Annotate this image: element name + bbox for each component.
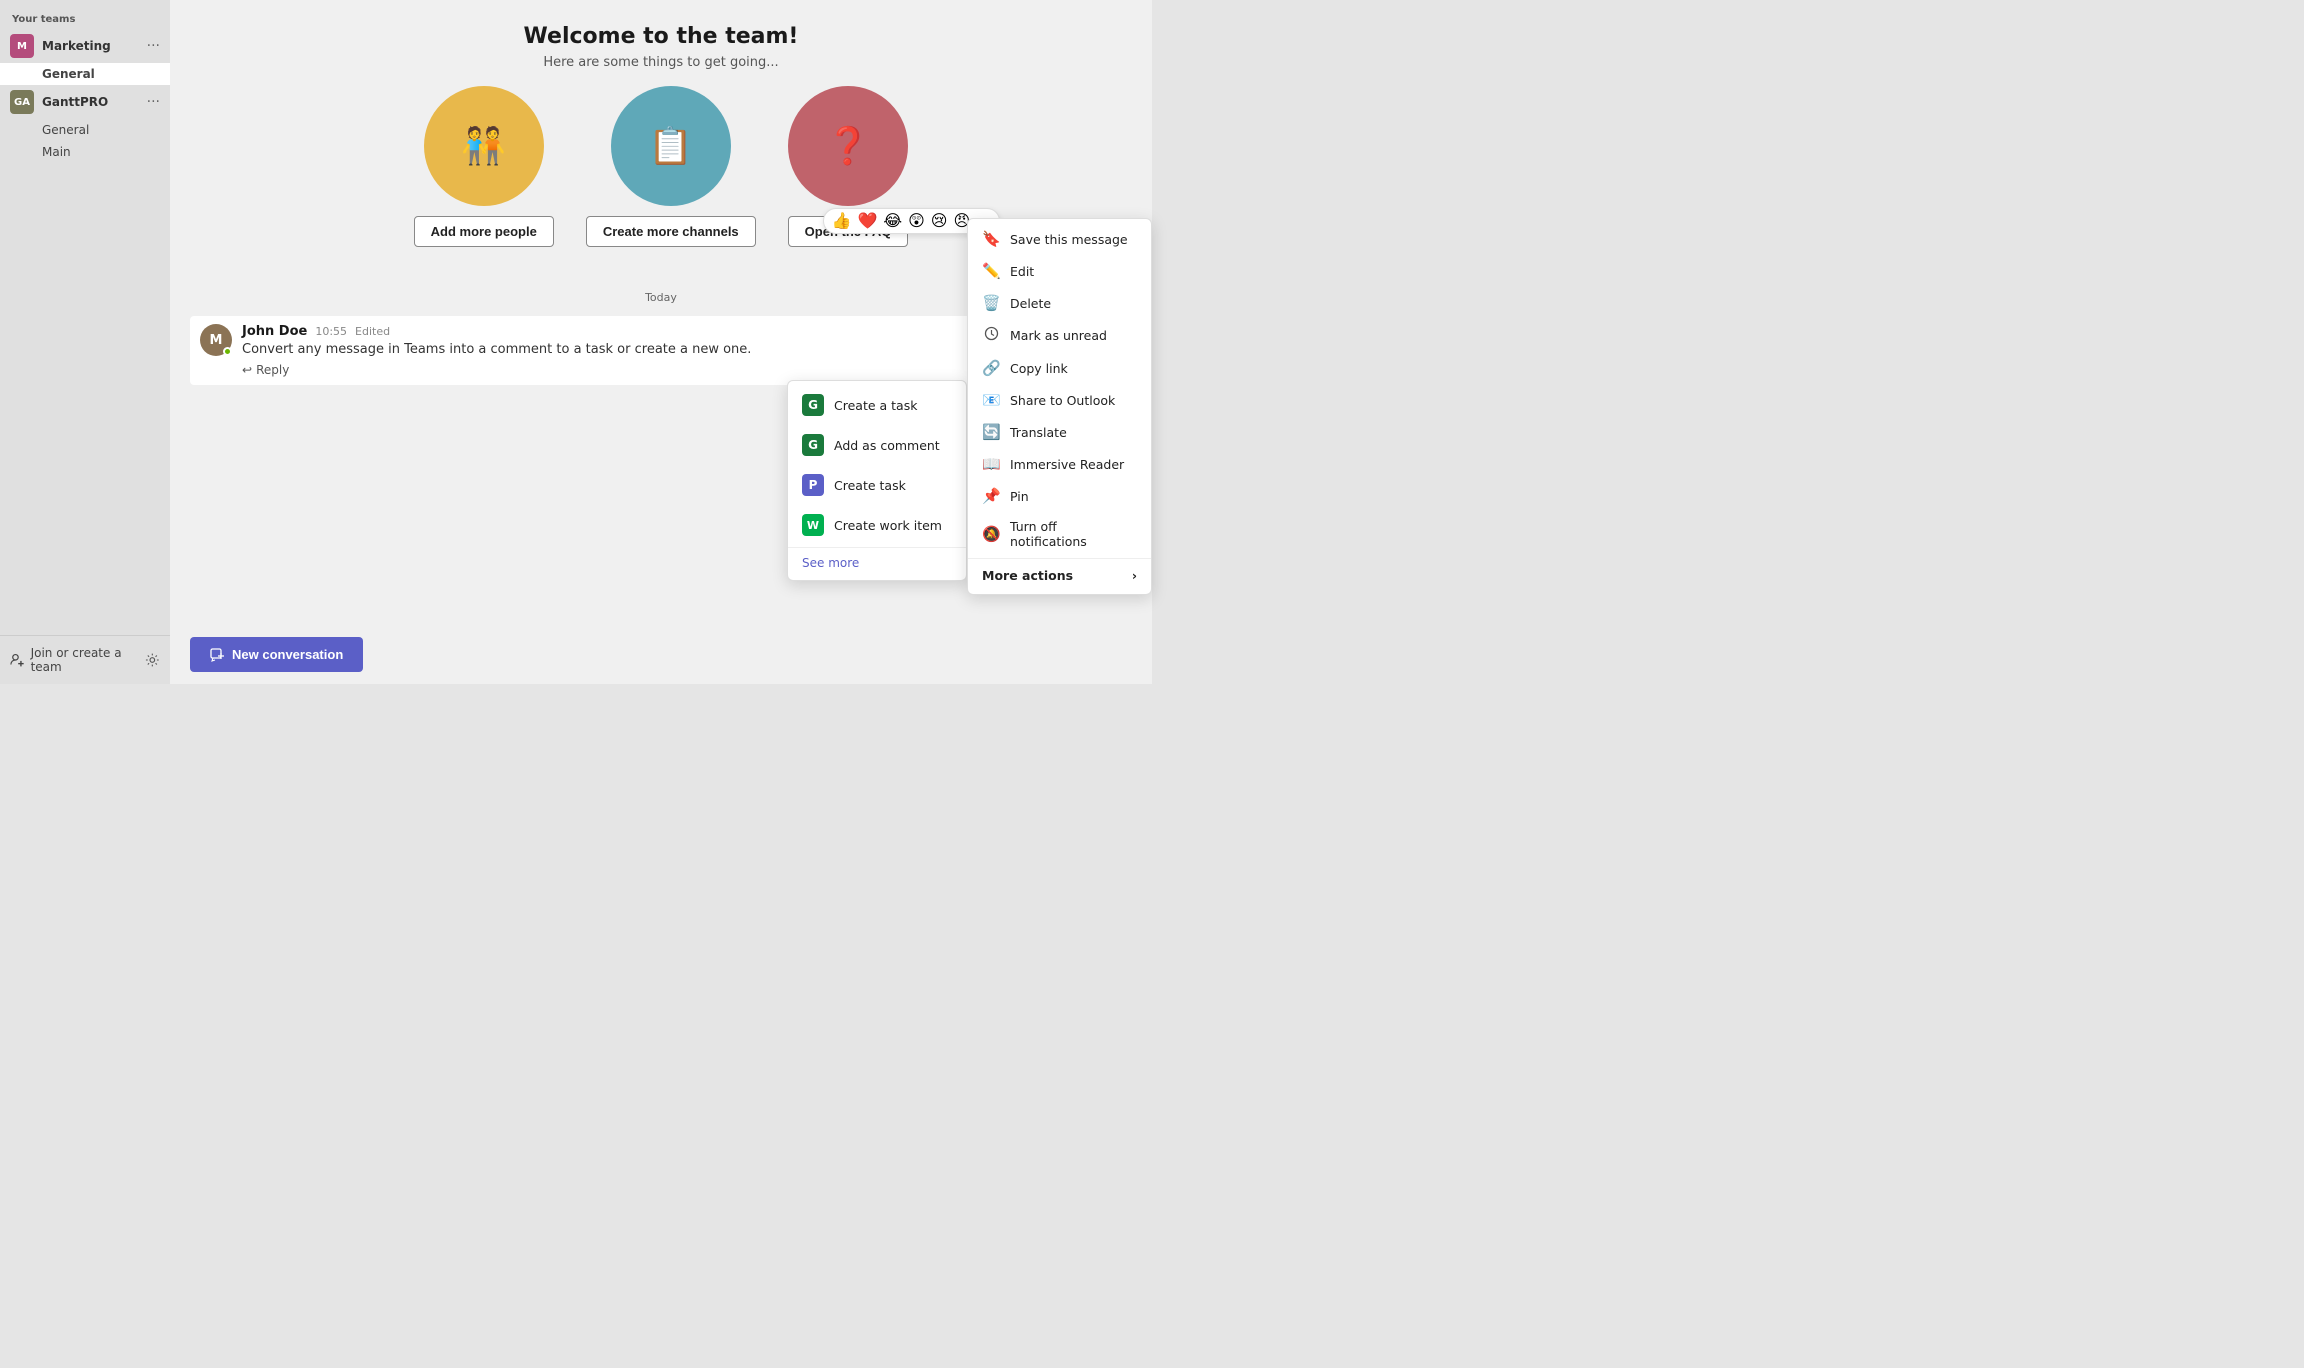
- pin-label: Pin: [1010, 489, 1029, 504]
- join-team-button[interactable]: Join or create a team: [10, 646, 145, 674]
- team-name-ganttpro: GanttPRO: [42, 95, 147, 109]
- ctx-save-message[interactable]: 🔖 Save this message: [968, 223, 1151, 255]
- reaction-laugh[interactable]: 😂: [883, 213, 902, 229]
- message-avatar: M: [200, 324, 232, 356]
- mark-unread-label: Mark as unread: [1010, 328, 1107, 343]
- see-more-button[interactable]: See more: [788, 550, 966, 576]
- join-team-label: Join or create a team: [31, 646, 146, 674]
- welcome-title: Welcome to the team!: [210, 24, 1112, 49]
- sub-menu-item-create-task[interactable]: P Create task: [788, 465, 966, 505]
- add-more-people-button[interactable]: Add more people: [414, 216, 554, 247]
- create-more-channels-button[interactable]: Create more channels: [586, 216, 756, 247]
- more-actions-button[interactable]: More actions ›: [968, 561, 1151, 590]
- mark-unread-icon: [982, 326, 1000, 345]
- reaction-sad[interactable]: 😢: [931, 213, 948, 229]
- ctx-turn-off-notifications[interactable]: 🔕 Turn off notifications: [968, 512, 1151, 556]
- translate-label: Translate: [1010, 425, 1067, 440]
- sidebar-section-label: Your teams: [0, 8, 170, 29]
- channel-item-marketing-general[interactable]: General: [0, 63, 170, 85]
- reaction-thumbsup[interactable]: 👍: [832, 213, 852, 229]
- sub-label-create-a-task: Create a task: [834, 398, 917, 413]
- reaction-surprised[interactable]: 😲: [908, 213, 925, 229]
- team-avatar-ganttpro: GA: [10, 90, 34, 114]
- message-edited: Edited: [355, 325, 390, 338]
- settings-icon[interactable]: [145, 652, 160, 668]
- team-name-marketing: Marketing: [42, 39, 147, 53]
- save-message-icon: 🔖: [982, 230, 1000, 248]
- sub-label-create-work-item: Create work item: [834, 518, 942, 533]
- welcome-card-add-people: 🧑‍🤝‍🧑 Add more people: [414, 86, 554, 247]
- sidebar-bottom: Join or create a team: [0, 635, 170, 684]
- team-item-ganttpro[interactable]: GA GanttPRO ···: [0, 85, 170, 119]
- new-conversation-icon: [210, 648, 224, 662]
- translate-icon: 🔄: [982, 423, 1000, 441]
- ctx-pin[interactable]: 📌 Pin: [968, 480, 1151, 512]
- reply-icon: ↩: [242, 363, 252, 377]
- sub-icon-create-work-item: W: [802, 514, 824, 536]
- ctx-copy-link[interactable]: 🔗 Copy link: [968, 352, 1151, 384]
- edit-label: Edit: [1010, 264, 1034, 279]
- context-menu-sub: G Create a task G Add as comment P Creat…: [787, 380, 967, 581]
- more-actions-chevron: ›: [1132, 568, 1137, 583]
- immersive-reader-icon: 📖: [982, 455, 1000, 473]
- sub-icon-create-task: P: [802, 474, 824, 496]
- join-team-icon: [10, 652, 25, 668]
- save-message-label: Save this message: [1010, 232, 1128, 247]
- reply-label: Reply: [256, 363, 289, 377]
- card-circle-add-people: 🧑‍🤝‍🧑: [424, 86, 544, 206]
- card-circle-channels: 📋: [611, 86, 731, 206]
- ctx-immersive-reader[interactable]: 📖 Immersive Reader: [968, 448, 1151, 480]
- today-label: Today: [645, 291, 677, 304]
- new-conversation-label: New conversation: [232, 647, 343, 662]
- online-indicator: [223, 347, 232, 356]
- sub-divider: [788, 547, 966, 548]
- sub-icon-create-a-task: G: [802, 394, 824, 416]
- team-more-marketing[interactable]: ···: [147, 38, 160, 54]
- copy-link-label: Copy link: [1010, 361, 1068, 376]
- share-outlook-icon: 📧: [982, 391, 1000, 409]
- sub-menu-item-create-work-item[interactable]: W Create work item: [788, 505, 966, 545]
- team-more-ganttpro[interactable]: ···: [147, 94, 160, 110]
- turn-off-notifications-label: Turn off notifications: [1010, 519, 1137, 549]
- more-actions-label: More actions: [982, 568, 1073, 583]
- ctx-share-outlook[interactable]: 📧 Share to Outlook: [968, 384, 1151, 416]
- message-author: John Doe: [242, 324, 307, 339]
- reaction-heart[interactable]: ❤️: [857, 213, 877, 229]
- ctx-delete[interactable]: 🗑️ Delete: [968, 287, 1151, 319]
- sub-menu-item-create-a-task[interactable]: G Create a task: [788, 385, 966, 425]
- immersive-reader-label: Immersive Reader: [1010, 457, 1124, 472]
- welcome-card-channels: 📋 Create more channels: [586, 86, 756, 247]
- sub-icon-add-as-comment: G: [802, 434, 824, 456]
- sub-menu-item-add-as-comment[interactable]: G Add as comment: [788, 425, 966, 465]
- avatar-text: M: [210, 333, 223, 348]
- sub-label-add-as-comment: Add as comment: [834, 438, 940, 453]
- team-item-marketing[interactable]: M Marketing ···: [0, 29, 170, 63]
- delete-icon: 🗑️: [982, 294, 1000, 312]
- channel-item-ganttpro-general[interactable]: General: [0, 119, 170, 141]
- edit-icon: ✏️: [982, 262, 1000, 280]
- bottom-bar: New conversation: [170, 625, 1152, 684]
- team-avatar-marketing: M: [10, 34, 34, 58]
- channel-item-ganttpro-main[interactable]: Main: [0, 141, 170, 163]
- new-conversation-button[interactable]: New conversation: [190, 637, 363, 672]
- pin-icon: 📌: [982, 487, 1000, 505]
- turn-off-notifications-icon: 🔕: [982, 525, 1000, 543]
- sub-label-create-task: Create task: [834, 478, 906, 493]
- share-outlook-label: Share to Outlook: [1010, 393, 1115, 408]
- context-menu-main: 🔖 Save this message ✏️ Edit 🗑️ Delete Ma…: [967, 218, 1152, 595]
- card-circle-faq: ❓: [788, 86, 908, 206]
- message-time: 10:55: [315, 325, 347, 338]
- sidebar: Your teams M Marketing ··· General GA Ga…: [0, 0, 170, 684]
- main-content: Welcome to the team! Here are some thing…: [170, 0, 1152, 684]
- copy-link-icon: 🔗: [982, 359, 1000, 377]
- ctx-translate[interactable]: 🔄 Translate: [968, 416, 1151, 448]
- ctx-mark-unread[interactable]: Mark as unread: [968, 319, 1151, 352]
- ctx-edit[interactable]: ✏️ Edit: [968, 255, 1151, 287]
- welcome-subtitle: Here are some things to get going...: [210, 55, 1112, 70]
- delete-label: Delete: [1010, 296, 1051, 311]
- ctx-divider: [968, 558, 1151, 559]
